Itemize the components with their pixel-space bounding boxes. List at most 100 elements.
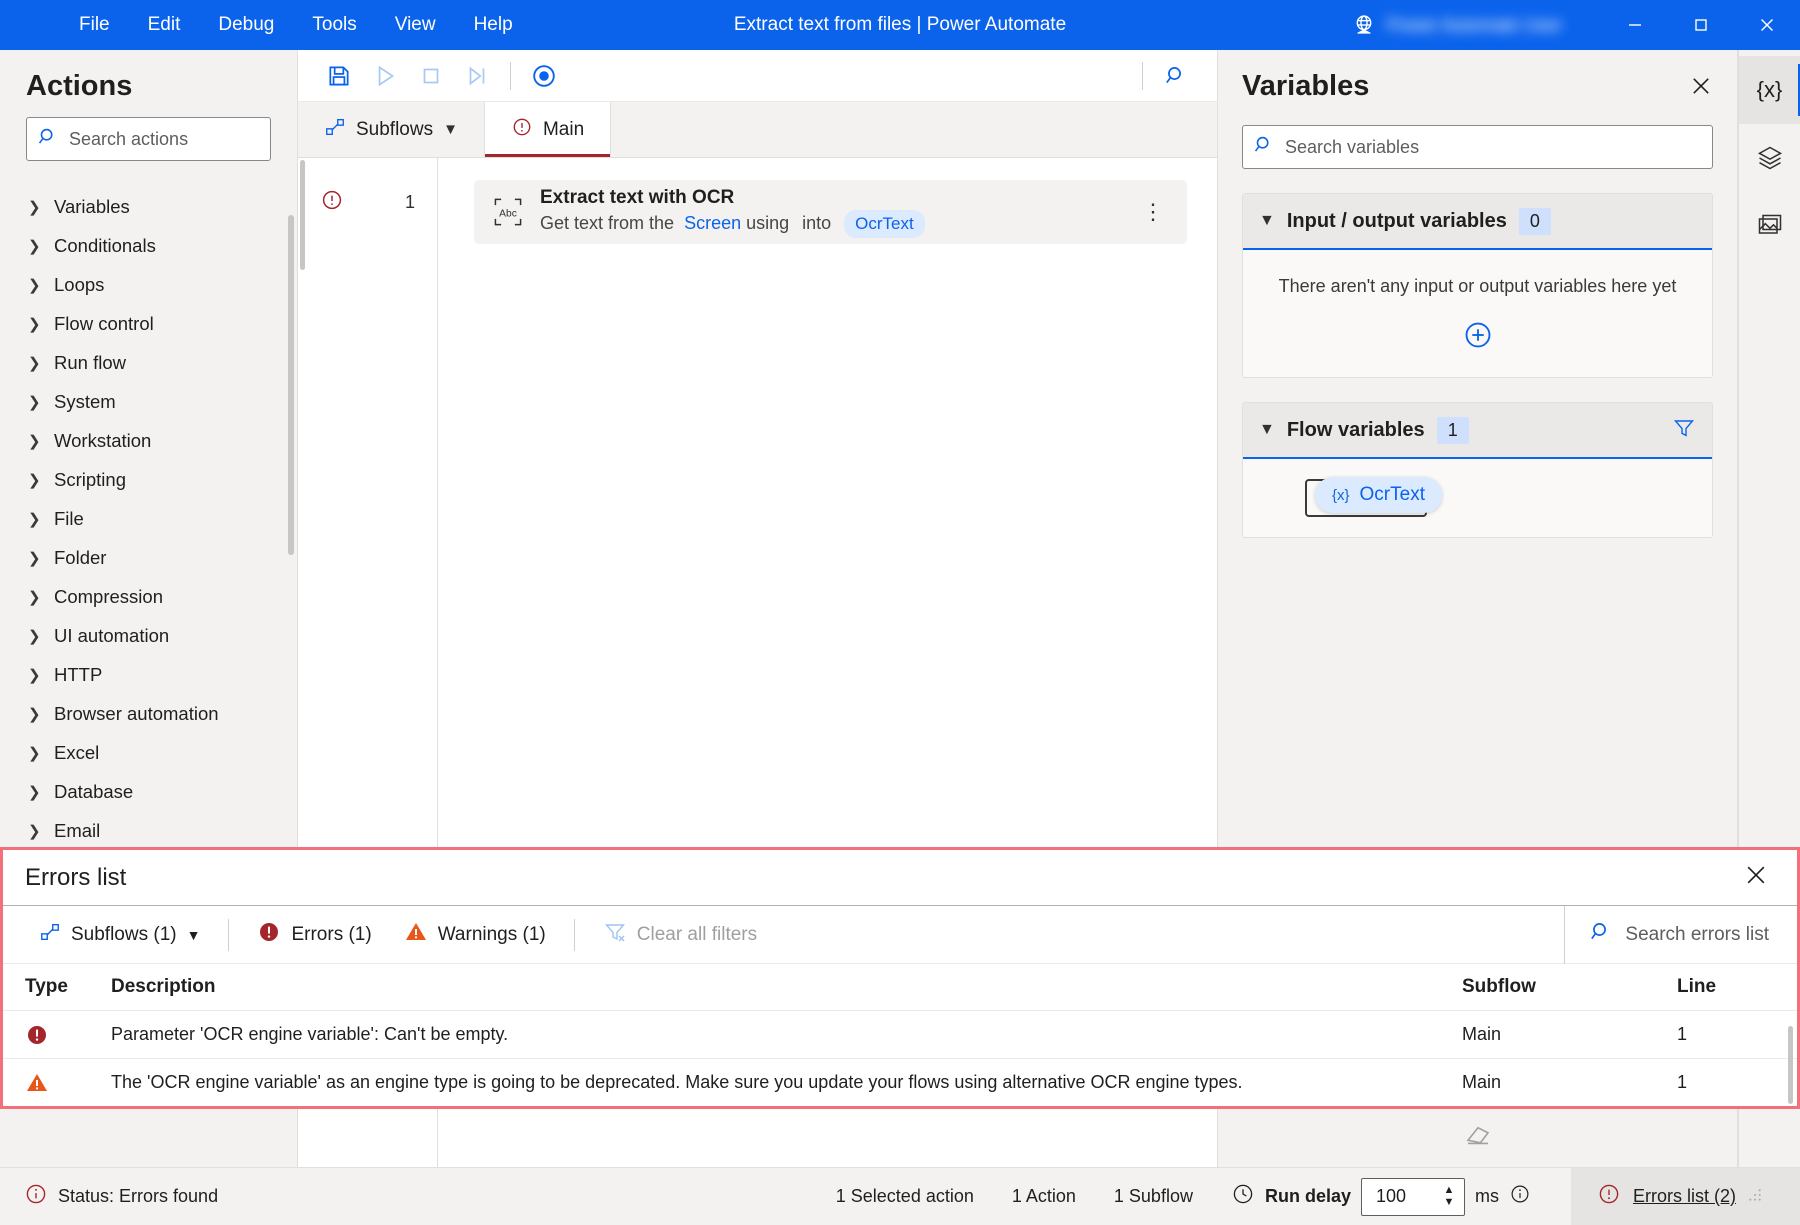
flow-variables-list: {x} OcrText: [1243, 459, 1712, 537]
filter-subflows-button[interactable]: Subflows (1) ▼: [23, 913, 216, 957]
flow-variables-section-header[interactable]: ▼ Flow variables 1: [1243, 403, 1712, 459]
close-button[interactable]: [1734, 0, 1800, 50]
search-actions-input[interactable]: Search actions: [26, 117, 271, 161]
chevron-down-icon[interactable]: ▼: [187, 927, 201, 943]
chevron-right-icon: ❯: [28, 237, 50, 255]
filter-errors-button[interactable]: Errors (1): [241, 912, 387, 958]
subtitle-output-variable[interactable]: OcrText: [844, 210, 925, 238]
tab-main[interactable]: Main: [485, 102, 611, 157]
globe-icon: [1351, 12, 1377, 38]
table-row[interactable]: The 'OCR engine variable' as an engine t…: [3, 1058, 1797, 1106]
tree-item-folder[interactable]: ❯ Folder: [0, 538, 297, 577]
stepper-arrows[interactable]: ▲ ▼: [1434, 1179, 1464, 1215]
actions-scrollbar[interactable]: [288, 215, 294, 555]
kebab-menu-icon[interactable]: ⋮: [1136, 199, 1171, 225]
tree-item-loops[interactable]: ❯ Loops: [0, 265, 297, 304]
stepper-up-icon[interactable]: ▲: [1444, 1185, 1455, 1197]
tree-item-excel[interactable]: ❯ Excel: [0, 733, 297, 772]
tree-item-browser-automation[interactable]: ❯ Browser automation: [0, 694, 297, 733]
tree-item-email[interactable]: ❯ Email: [0, 811, 297, 850]
action-step-text: Extract text with OCR Get text from the …: [540, 186, 1120, 238]
add-variable-button[interactable]: [1257, 319, 1698, 351]
record-button[interactable]: [521, 56, 567, 96]
tree-item-file[interactable]: ❯ File: [0, 499, 297, 538]
search-actions-placeholder: Search actions: [69, 129, 188, 150]
menu-item-debug[interactable]: Debug: [199, 8, 293, 42]
tab-subflows-label: Subflows: [356, 119, 433, 141]
menu-item-help[interactable]: Help: [455, 8, 532, 42]
errors-list-status-label[interactable]: Errors list (2): [1633, 1186, 1736, 1207]
menu-item-edit[interactable]: Edit: [129, 8, 200, 42]
clear-all-filters-button[interactable]: Clear all filters: [587, 912, 773, 958]
tree-item-run-flow[interactable]: ❯ Run flow: [0, 343, 297, 382]
tree-item-workstation[interactable]: ❯ Workstation: [0, 421, 297, 460]
filter-warnings-button[interactable]: Warnings (1): [388, 912, 562, 958]
tree-item-label: Compression: [54, 586, 163, 608]
close-errors-list-button[interactable]: [1735, 858, 1777, 897]
tree-item-database[interactable]: ❯ Database: [0, 772, 297, 811]
chevron-right-icon: ❯: [28, 354, 50, 372]
ocr-abc-icon: Abc: [492, 196, 524, 228]
errors-list-status-button[interactable]: Errors list (2): [1571, 1168, 1800, 1225]
stop-button[interactable]: [408, 56, 454, 96]
info-icon: [24, 1182, 48, 1211]
row-line: 1: [1677, 1024, 1797, 1045]
subtitle-source-link[interactable]: Screen: [684, 212, 741, 235]
chevron-down-icon[interactable]: ▼: [1259, 212, 1275, 230]
tree-item-compression[interactable]: ❯ Compression: [0, 577, 297, 616]
tree-item-label: Browser automation: [54, 703, 219, 725]
action-count: 1 Action: [1012, 1186, 1076, 1207]
tree-item-flow-control[interactable]: ❯ Flow control: [0, 304, 297, 343]
ui-elements-rail-icon[interactable]: [1739, 124, 1800, 192]
tree-item-label: File: [54, 508, 84, 530]
run-button[interactable]: [362, 56, 408, 96]
search-flow-button[interactable]: [1153, 56, 1199, 96]
line-number: 1: [405, 192, 415, 213]
stepper-down-icon[interactable]: ▼: [1444, 1197, 1455, 1209]
tab-main-label: Main: [543, 119, 584, 141]
tree-item-scripting[interactable]: ❯ Scripting: [0, 460, 297, 499]
errors-list-scrollbar[interactable]: [1788, 1026, 1793, 1104]
chevron-right-icon: ❯: [28, 588, 50, 606]
close-variables-pane-button[interactable]: [1681, 70, 1721, 107]
menu-item-tools[interactable]: Tools: [293, 8, 375, 42]
tree-item-label: Email: [54, 820, 100, 842]
variable-chip-ocrtext[interactable]: {x} OcrText: [1315, 477, 1442, 513]
images-rail-icon[interactable]: [1739, 192, 1800, 260]
row-line: 1: [1677, 1072, 1797, 1093]
run-delay-label: Run delay: [1265, 1186, 1351, 1207]
tab-subflows[interactable]: Subflows ▼: [298, 102, 485, 157]
user-account-name[interactable]: Power Automate User: [1387, 15, 1562, 36]
tree-item-conditionals[interactable]: ❯ Conditionals: [0, 226, 297, 265]
power-automate-window: File Edit Debug Tools View Help Extract …: [0, 0, 1800, 1225]
search-variables-input[interactable]: Search variables: [1242, 125, 1713, 169]
menu-item-view[interactable]: View: [376, 8, 455, 42]
canvas-scrollbar[interactable]: [300, 160, 305, 270]
tree-item-http[interactable]: ❯ HTTP: [0, 655, 297, 694]
filter-icon[interactable]: [1672, 416, 1696, 445]
variables-rail-glyph: {x}: [1757, 77, 1783, 103]
run-delay-stepper[interactable]: 100 ▲ ▼: [1361, 1178, 1465, 1216]
action-step-extract-text-with-ocr[interactable]: Abc Extract text with OCR Get text from …: [474, 180, 1187, 244]
chevron-down-icon[interactable]: ▼: [443, 121, 458, 138]
minimize-button[interactable]: [1602, 0, 1668, 50]
menu-item-file[interactable]: File: [60, 8, 129, 42]
chevron-down-icon[interactable]: ▼: [1259, 421, 1275, 439]
variables-rail-icon[interactable]: {x}: [1739, 56, 1800, 124]
run-next-action-button[interactable]: [454, 56, 500, 96]
table-row[interactable]: Parameter 'OCR engine variable': Can't b…: [3, 1010, 1797, 1058]
tree-item-variables[interactable]: ❯ Variables: [0, 187, 297, 226]
save-button[interactable]: [316, 56, 362, 96]
flow-tabs: Subflows ▼ Main: [298, 102, 1217, 158]
search-errors-input[interactable]: Search errors list: [1564, 906, 1797, 964]
tree-item-system[interactable]: ❯ System: [0, 382, 297, 421]
eraser-icon[interactable]: [1218, 1119, 1737, 1149]
run-delay-value[interactable]: 100: [1376, 1186, 1434, 1207]
column-header-subflow: Subflow: [1462, 976, 1677, 998]
tree-item-ui-automation[interactable]: ❯ UI automation: [0, 616, 297, 655]
info-icon[interactable]: [1509, 1183, 1531, 1210]
maximize-button[interactable]: [1668, 0, 1734, 50]
resize-grip-icon[interactable]: [1748, 1186, 1768, 1207]
row-subflow: Main: [1462, 1024, 1677, 1045]
input-output-section-header[interactable]: ▼ Input / output variables 0: [1243, 194, 1712, 250]
